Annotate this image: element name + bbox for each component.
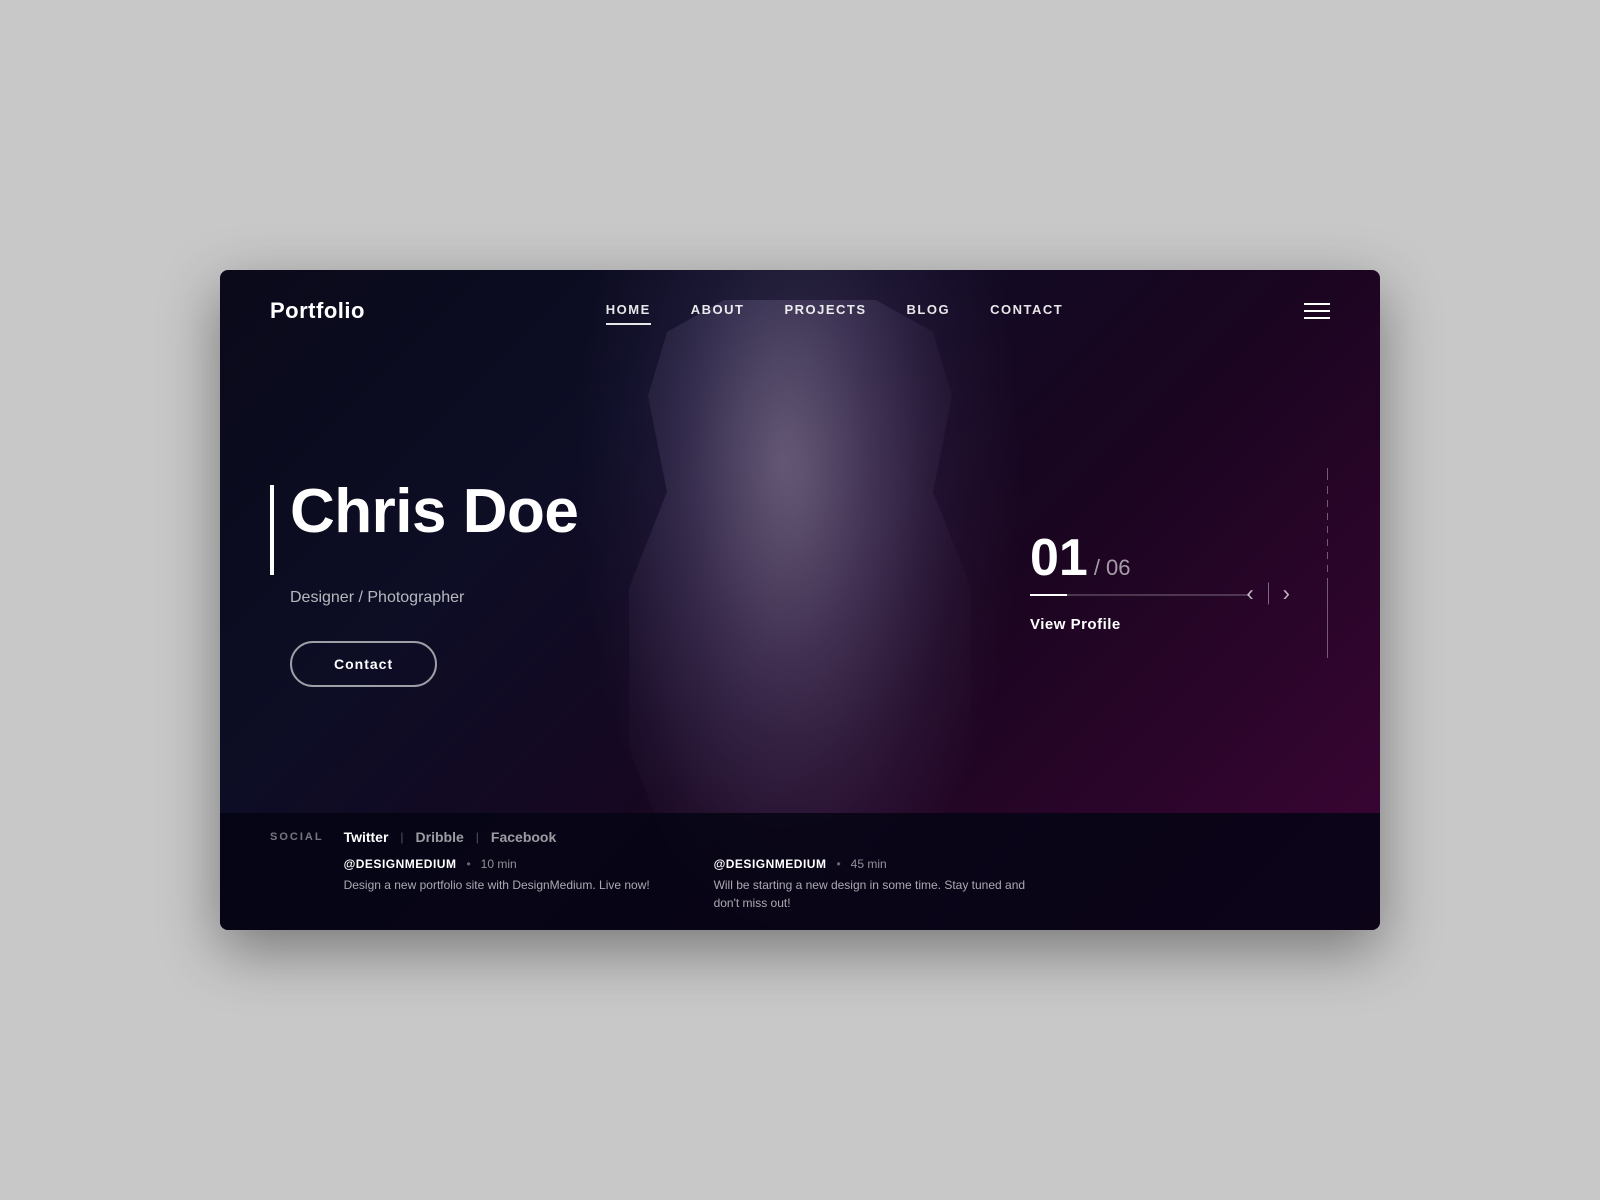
hero-right-column: 01 / 06 View Profile	[650, 532, 1330, 633]
nav-links: HOME ABOUT PROJECTS BLOG CONTACT	[606, 302, 1063, 321]
vl-rest-4	[1327, 539, 1328, 546]
vl-top	[1327, 468, 1328, 480]
nav-link-contact[interactable]: CONTACT	[990, 302, 1063, 321]
name-block: Chris Doe	[270, 479, 650, 575]
slide-divider: /	[1094, 555, 1100, 581]
slide-total-number: 06	[1106, 555, 1130, 581]
nav-link-home[interactable]: HOME	[606, 302, 651, 321]
vl-mid	[1327, 486, 1328, 494]
name-accent-bar	[270, 485, 274, 575]
hero-name: Chris Doe	[290, 479, 578, 544]
feed-card-2: @DESIGNMEDIUM • 45 min Will be starting …	[714, 857, 1054, 912]
separator-1: |	[396, 830, 407, 844]
vl-rest-3	[1327, 526, 1328, 533]
hamburger-line-3	[1304, 317, 1330, 319]
vertical-decoration	[1327, 468, 1328, 708]
slide-controls: ‹ ›	[1246, 582, 1290, 604]
vl-rest-6	[1327, 565, 1328, 572]
feed-text-1: Design a new portfolio site with DesignM…	[344, 876, 684, 894]
feed-time-1: 10 min	[481, 857, 517, 871]
hero-content: Chris Doe Designer / Photographer Contac…	[220, 352, 1380, 813]
slide-counter: 01 / 06	[1030, 532, 1130, 584]
slide-progress-bar	[1030, 594, 1250, 596]
hero-subtitle: Designer / Photographer	[290, 589, 650, 607]
slide-info: 01 / 06 View Profile	[1030, 532, 1250, 633]
vl-rest-1	[1327, 500, 1328, 507]
feed-text-2: Will be starting a new design in some ti…	[714, 876, 1054, 912]
feed-dot-1: •	[466, 857, 470, 871]
slide-progress-fill	[1030, 594, 1067, 596]
slide-current-number: 01	[1030, 532, 1088, 584]
nav-link-blog[interactable]: BLOG	[907, 302, 951, 321]
social-bar: SOCIAL Twitter | Dribble | Facebook @DES…	[220, 813, 1380, 930]
separator-2: |	[472, 830, 483, 844]
vl-rest-5	[1327, 552, 1328, 559]
feed-time-2: 45 min	[851, 857, 887, 871]
feed-handle-2: @DESIGNMEDIUM	[714, 857, 827, 871]
social-tab-twitter[interactable]: Twitter	[344, 829, 397, 845]
prev-slide-button[interactable]: ‹	[1246, 582, 1253, 604]
hamburger-line-2	[1304, 310, 1330, 312]
contact-button[interactable]: Contact	[290, 641, 437, 687]
nav-link-projects[interactable]: PROJECTS	[784, 302, 866, 321]
view-profile-link[interactable]: View Profile	[1030, 616, 1121, 633]
vl-long	[1327, 578, 1328, 658]
nav-link-about[interactable]: ABOUT	[691, 302, 745, 321]
vl-rest-2	[1327, 513, 1328, 520]
hero-left-column: Chris Doe Designer / Photographer Contac…	[270, 479, 650, 687]
browser-window: Portfolio HOME ABOUT PROJECTS BLOG CONTA…	[220, 270, 1380, 930]
hamburger-menu[interactable]	[1304, 303, 1330, 319]
social-label: SOCIAL	[270, 829, 324, 843]
hero-section: Portfolio HOME ABOUT PROJECTS BLOG CONTA…	[220, 270, 1380, 930]
hamburger-line-1	[1304, 303, 1330, 305]
feed-meta-1: @DESIGNMEDIUM • 10 min	[344, 857, 684, 871]
feed-card-1: @DESIGNMEDIUM • 10 min Design a new port…	[344, 857, 684, 912]
social-content: Twitter | Dribble | Facebook @DESIGNMEDI…	[344, 829, 1330, 912]
site-logo[interactable]: Portfolio	[270, 298, 365, 324]
feed-dot-2: •	[836, 857, 840, 871]
next-slide-button[interactable]: ›	[1283, 582, 1290, 604]
feed-cards: @DESIGNMEDIUM • 10 min Design a new port…	[344, 857, 1330, 912]
feed-meta-2: @DESIGNMEDIUM • 45 min	[714, 857, 1054, 871]
social-tabs: Twitter | Dribble | Facebook	[344, 829, 1330, 845]
feed-handle-1: @DESIGNMEDIUM	[344, 857, 457, 871]
social-tab-facebook[interactable]: Facebook	[483, 829, 564, 845]
navigation: Portfolio HOME ABOUT PROJECTS BLOG CONTA…	[220, 270, 1380, 352]
social-tab-dribbble[interactable]: Dribble	[408, 829, 472, 845]
arrow-separator	[1268, 582, 1269, 604]
